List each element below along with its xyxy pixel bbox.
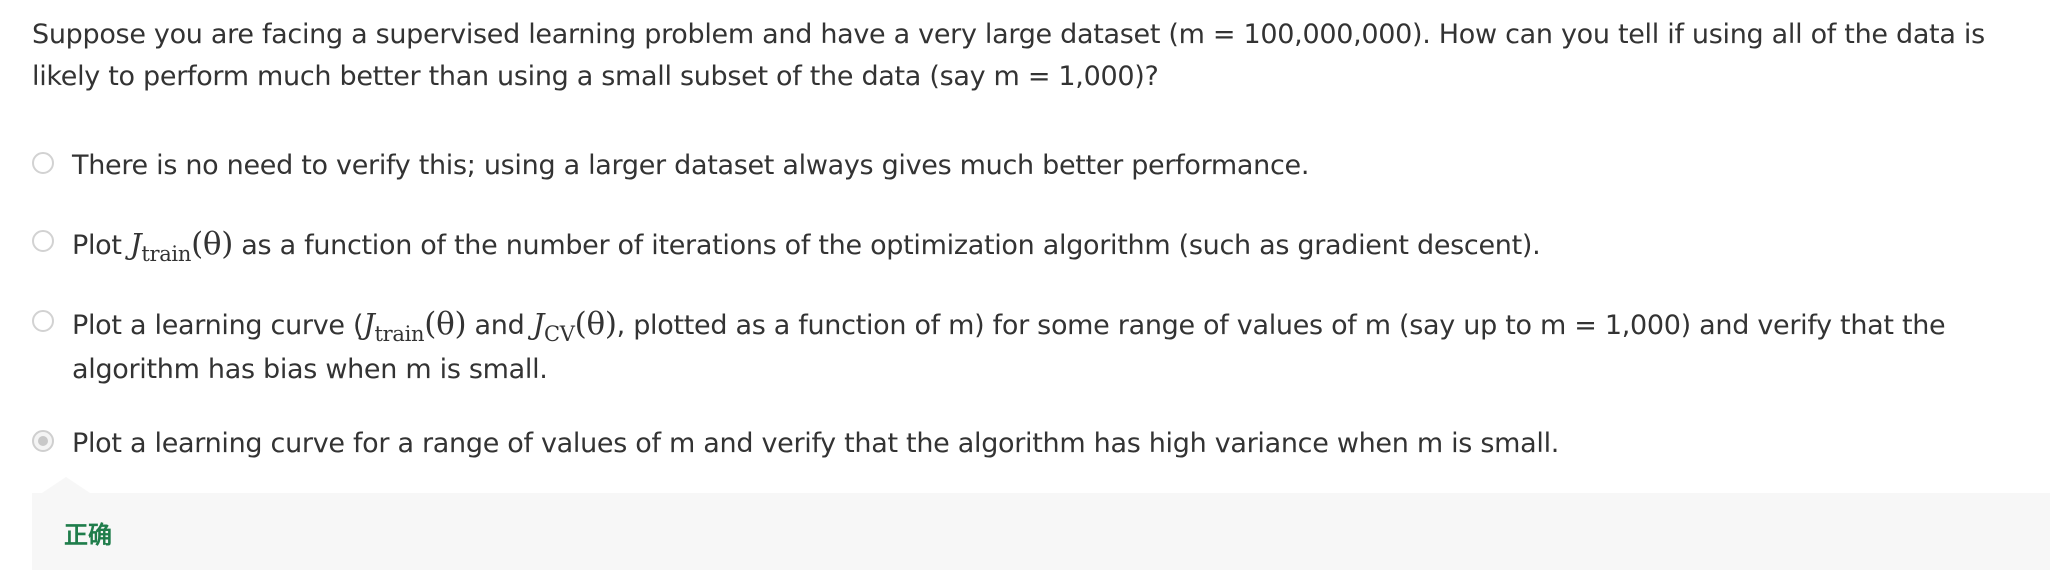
option-1-label: There is no need to verify this; using a… xyxy=(72,150,1310,181)
radio-button-option-2[interactable] xyxy=(32,230,54,252)
feedback-correct-label: 正确 xyxy=(64,521,112,549)
question-text: Suppose you are facing a supervised lear… xyxy=(32,19,1985,92)
option-2-prefix: Plot xyxy=(72,230,130,261)
radio-button-option-3[interactable] xyxy=(32,310,54,332)
math-j-train: Jtrain(θ) xyxy=(129,226,234,266)
radio-button-option-4-selected[interactable] xyxy=(32,430,54,452)
feedback-notch xyxy=(42,477,90,493)
feedback-box: 正确 xyxy=(32,477,2050,570)
radio-button-option-1[interactable] xyxy=(32,152,54,174)
option-3-prefix: Plot a learning curve ( xyxy=(72,310,364,341)
option-3-label: Plot a learning curve (Jtrain(θ) and JCV… xyxy=(72,302,1972,392)
option-4-label: Plot a learning curve for a range of val… xyxy=(72,428,1560,459)
math-j-train: Jtrain(θ) xyxy=(363,306,467,346)
option-2-suffix: as a function of the number of iteration… xyxy=(233,230,1541,261)
option-2-label: Plot Jtrain(θ) as a function of the numb… xyxy=(72,222,1972,268)
math-j-cv: JCV(θ) xyxy=(532,306,617,346)
option-3-middle: and xyxy=(466,310,533,341)
